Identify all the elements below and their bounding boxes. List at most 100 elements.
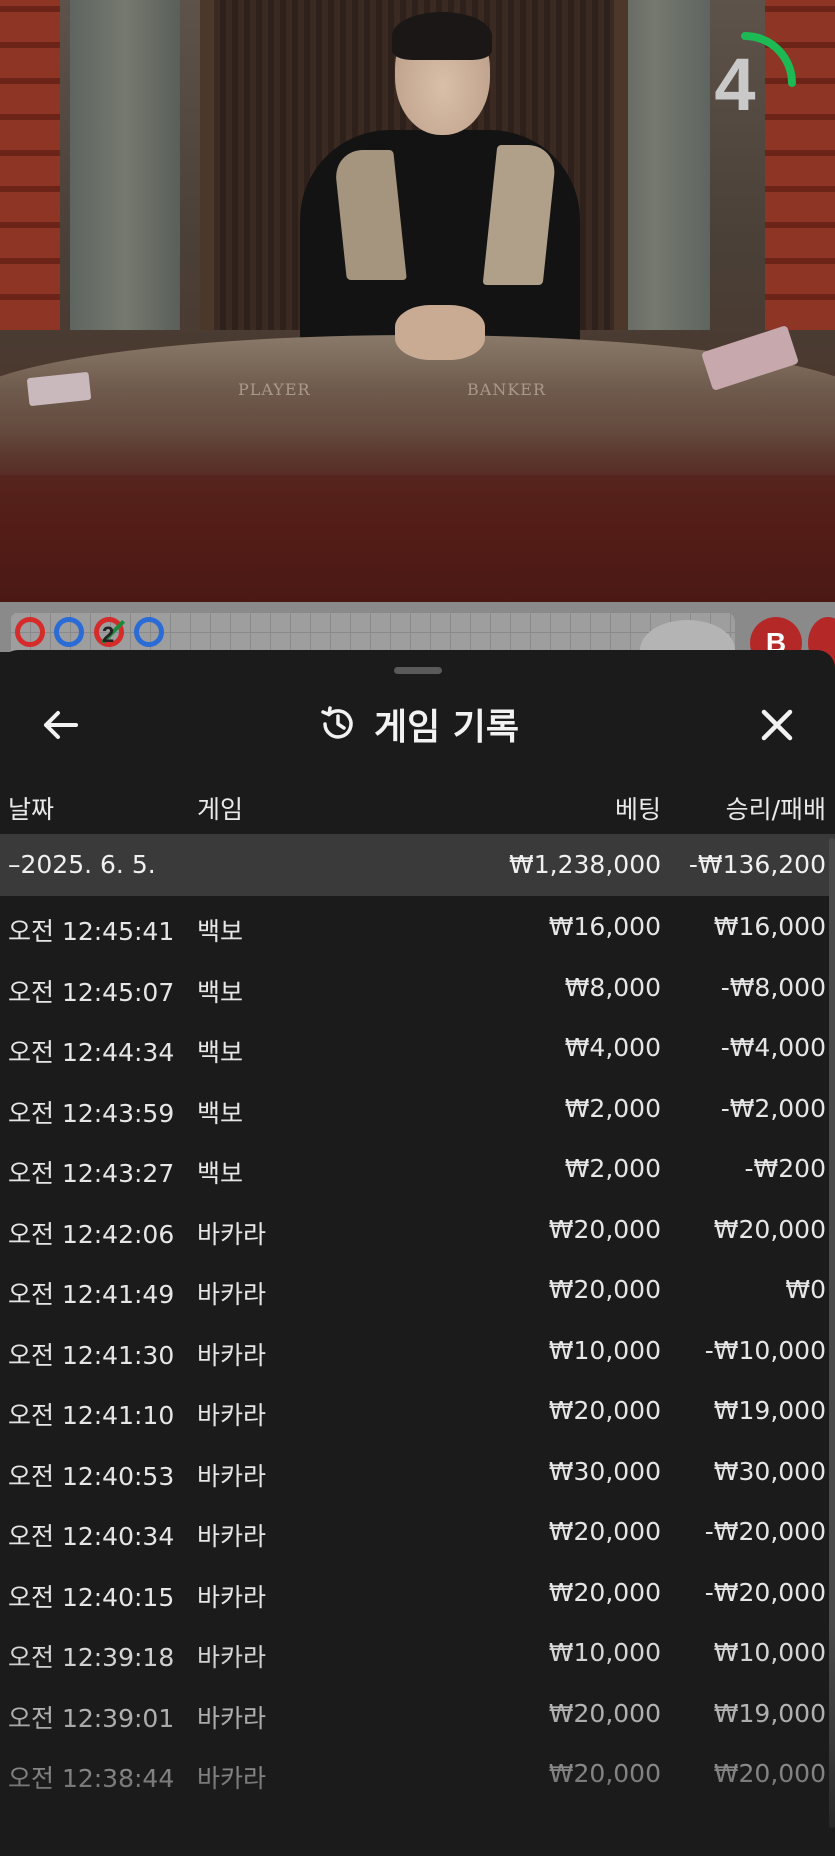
row-time: 오전 12:39:18 bbox=[8, 1643, 175, 1672]
row-game: 바카라 bbox=[197, 1522, 267, 1551]
dealer-hands bbox=[395, 305, 485, 360]
row-game: 백보 bbox=[197, 1098, 244, 1128]
row-winloss: ₩20,000 bbox=[713, 1214, 826, 1244]
summary-date: –2025. 6. 5. bbox=[8, 850, 156, 879]
row-game: 백보 bbox=[197, 917, 244, 946]
decor-pillar-left bbox=[70, 0, 180, 330]
table-row[interactable]: 오전 12:42:06 바카라 ₩20,000 ₩20,000 bbox=[0, 1201, 835, 1262]
row-time: 오전 12:42:06 bbox=[8, 1219, 175, 1249]
header-winloss: 승리/패배 bbox=[725, 795, 826, 824]
row-winloss: ₩0 bbox=[785, 1275, 826, 1304]
row-game: 바카라 bbox=[197, 1703, 267, 1733]
row-time: 오전 12:43:59 bbox=[8, 1098, 175, 1128]
close-icon[interactable] bbox=[752, 700, 802, 750]
row-bet: ₩20,000 bbox=[548, 1698, 661, 1728]
row-winloss: -₩4,000 bbox=[720, 1033, 826, 1062]
table-label-player: PLAYER bbox=[238, 380, 311, 399]
date-summary-row[interactable]: –2025. 6. 5. ₩1,238,000 -₩136,200 bbox=[0, 834, 835, 896]
table-row[interactable]: 오전 12:40:53 바카라 ₩30,000 ₩30,000 bbox=[0, 1443, 835, 1504]
table-row[interactable]: 오전 12:41:49 바카라 ₩20,000 ₩0 bbox=[0, 1261, 835, 1322]
row-bet: ₩2,000 bbox=[564, 1154, 661, 1183]
table-row[interactable]: 오전 12:44:34 백보 ₩4,000 -₩4,000 bbox=[0, 1019, 835, 1080]
table-row[interactable]: 오전 12:39:18 바카라 ₩10,000 ₩10,000 bbox=[0, 1624, 835, 1685]
table-row[interactable]: 오전 12:45:07 백보 ₩8,000 -₩8,000 bbox=[0, 959, 835, 1020]
table-row[interactable]: 오전 12:43:59 백보 ₩2,000 -₩2,000 bbox=[0, 1080, 835, 1141]
dealer-hair bbox=[392, 12, 492, 60]
row-time: 오전 12:44:34 bbox=[8, 1038, 175, 1067]
row-winloss: -₩200 bbox=[744, 1154, 826, 1183]
live-video: PLAYER BANKER 4 bbox=[0, 0, 835, 602]
row-winloss: ₩19,000 bbox=[713, 1698, 826, 1728]
header-game: 게임 bbox=[197, 795, 244, 824]
row-winloss: -₩20,000 bbox=[704, 1577, 826, 1607]
row-winloss: ₩19,000 bbox=[713, 1396, 826, 1425]
row-bet: ₩20,000 bbox=[548, 1577, 661, 1607]
row-bet: ₩20,000 bbox=[548, 1759, 661, 1788]
row-time: 오전 12:40:15 bbox=[8, 1582, 175, 1612]
row-game: 바카라 bbox=[197, 1582, 267, 1612]
row-game: 백보 bbox=[197, 1159, 244, 1188]
row-time: 오전 12:38:44 bbox=[8, 1764, 175, 1793]
row-game: 백보 bbox=[197, 977, 244, 1007]
row-time: 오전 12:39:01 bbox=[8, 1703, 175, 1733]
row-game: 바카라 bbox=[197, 1340, 267, 1370]
table-row[interactable]: 오전 12:38:44 바카라 ₩20,000 ₩20,000 bbox=[0, 1745, 835, 1806]
table-row[interactable]: 오전 12:41:30 바카라 ₩10,000 -₩10,000 bbox=[0, 1322, 835, 1383]
row-winloss: ₩30,000 bbox=[713, 1456, 826, 1486]
history-list: 오전 12:45:41 백보 ₩16,000 ₩16,000 오전 12:45:07 백… bbox=[0, 898, 835, 1806]
row-game: 백보 bbox=[197, 1038, 244, 1067]
scrollbar[interactable] bbox=[829, 838, 835, 1828]
row-time: 오전 12:41:30 bbox=[8, 1340, 175, 1370]
table-row[interactable]: 오전 12:41:10 바카라 ₩20,000 ₩19,000 bbox=[0, 1382, 835, 1443]
table-row[interactable]: 오전 12:40:15 바카라 ₩20,000 -₩20,000 bbox=[0, 1564, 835, 1625]
row-winloss: -₩2,000 bbox=[720, 1093, 826, 1123]
row-game: 바카라 bbox=[197, 1401, 267, 1430]
row-time: 오전 12:43:27 bbox=[8, 1159, 175, 1188]
row-time: 오전 12:45:07 bbox=[8, 977, 175, 1007]
panel-header: 게임 기록 bbox=[0, 698, 835, 754]
row-bet: ₩30,000 bbox=[548, 1456, 661, 1486]
row-game: 바카라 bbox=[197, 1280, 267, 1309]
row-winloss: ₩16,000 bbox=[713, 912, 826, 941]
row-winloss: -₩10,000 bbox=[704, 1335, 826, 1365]
row-bet: ₩10,000 bbox=[548, 1335, 661, 1365]
row-winloss: ₩10,000 bbox=[713, 1638, 826, 1667]
row-bet: ₩20,000 bbox=[548, 1275, 661, 1304]
row-bet: ₩20,000 bbox=[548, 1517, 661, 1546]
row-game: 바카라 bbox=[197, 1764, 267, 1793]
bead-number: 2 bbox=[102, 622, 115, 647]
summary-winloss: -₩136,200 bbox=[688, 850, 826, 879]
table-row[interactable]: 오전 12:45:41 백보 ₩16,000 ₩16,000 bbox=[0, 898, 835, 959]
row-winloss: ₩20,000 bbox=[713, 1759, 826, 1788]
row-time: 오전 12:41:10 bbox=[8, 1401, 175, 1430]
header-bet: 베팅 bbox=[614, 795, 661, 824]
decor-wall-left bbox=[0, 0, 60, 330]
row-bet: ₩2,000 bbox=[564, 1093, 661, 1123]
page-title: 게임 기록 bbox=[373, 707, 519, 748]
table-row[interactable]: 오전 12:39:01 바카라 ₩20,000 ₩19,000 bbox=[0, 1685, 835, 1746]
row-winloss: -₩8,000 bbox=[720, 972, 826, 1002]
row-game: 바카라 bbox=[197, 1461, 267, 1491]
countdown-number: 4 bbox=[714, 43, 756, 126]
drag-handle[interactable] bbox=[394, 667, 442, 674]
row-bet: ₩16,000 bbox=[548, 912, 661, 941]
bead-banker-win bbox=[54, 617, 84, 647]
table-header: 날짜 게임 베팅 승리/패배 bbox=[0, 780, 835, 830]
table-row[interactable]: 오전 12:43:27 백보 ₩2,000 -₩200 bbox=[0, 1140, 835, 1201]
summary-bet: ₩1,238,000 bbox=[509, 850, 661, 879]
table-row[interactable]: 오전 12:40:34 바카라 ₩20,000 -₩20,000 bbox=[0, 1503, 835, 1564]
row-bet: ₩4,000 bbox=[564, 1033, 661, 1062]
bead-banker-win bbox=[134, 617, 164, 647]
bead-player-win bbox=[15, 617, 45, 647]
row-time: 오전 12:40:34 bbox=[8, 1522, 175, 1551]
row-time: 오전 12:41:49 bbox=[8, 1280, 175, 1309]
header-date: 날짜 bbox=[8, 795, 55, 824]
row-time: 오전 12:40:53 bbox=[8, 1461, 175, 1491]
row-winloss: -₩20,000 bbox=[704, 1517, 826, 1546]
video-fade bbox=[0, 430, 835, 602]
row-bet: ₩8,000 bbox=[564, 972, 661, 1002]
table-label-banker: BANKER bbox=[467, 380, 546, 399]
row-bet: ₩20,000 bbox=[548, 1214, 661, 1244]
row-game: 바카라 bbox=[197, 1643, 267, 1672]
row-time: 오전 12:45:41 bbox=[8, 917, 175, 946]
